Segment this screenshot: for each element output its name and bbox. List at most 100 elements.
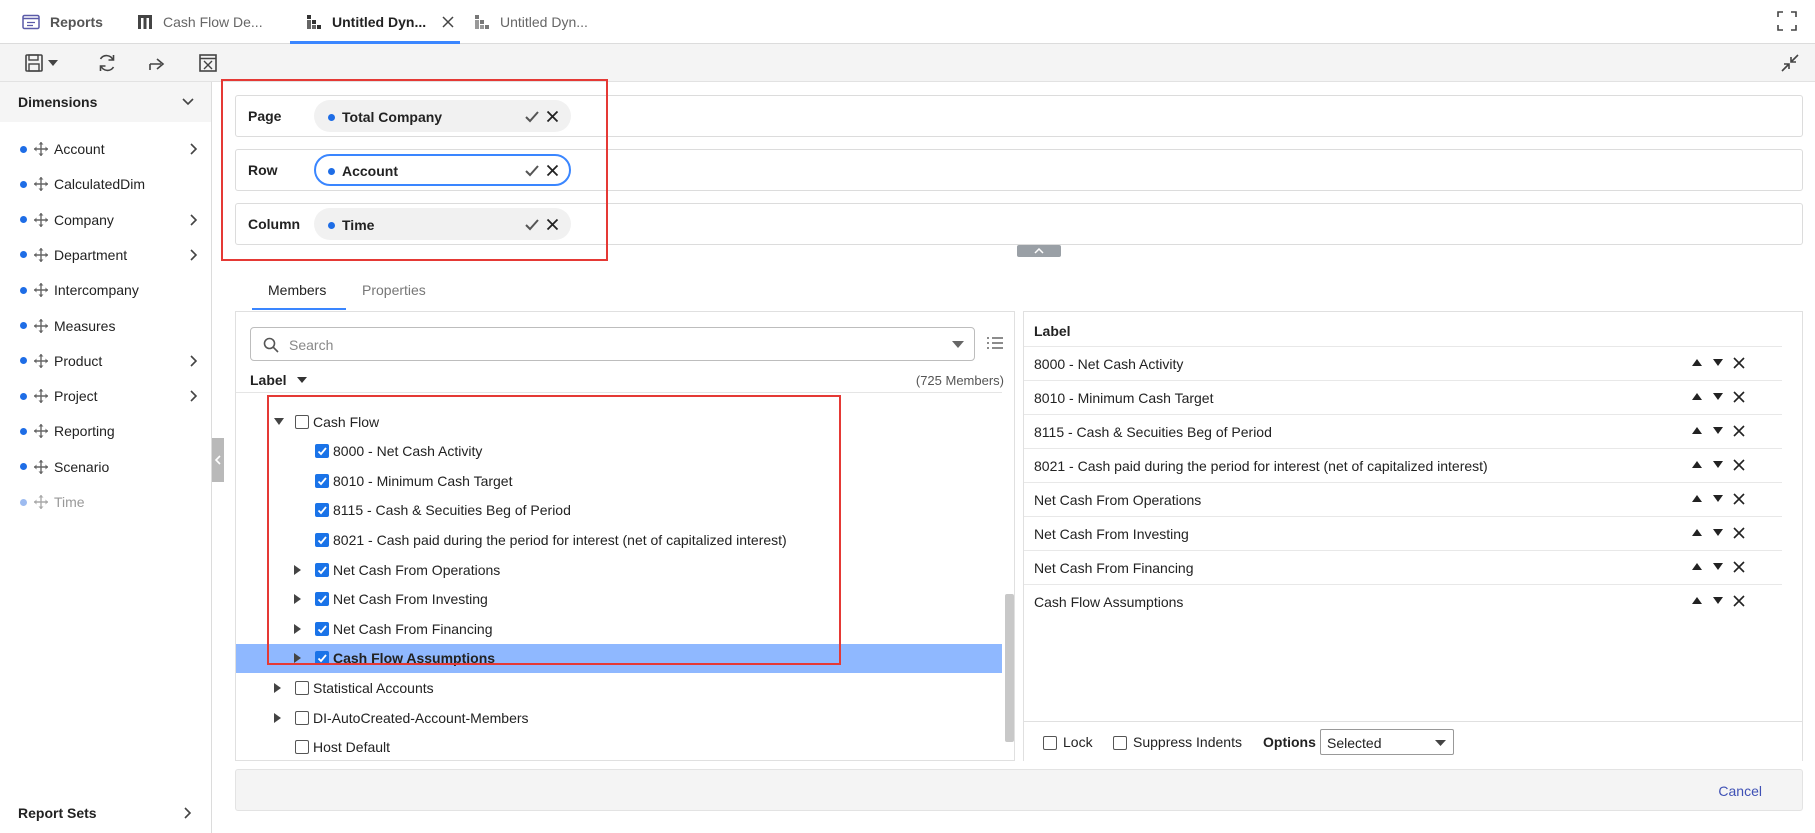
page-dimension-chip[interactable]: Total Company [314, 100, 571, 132]
selected-member-row[interactable]: Net Cash From Investing [1024, 516, 1782, 550]
sidebar-item-department[interactable]: Department [0, 240, 211, 270]
move-down-icon[interactable] [1713, 529, 1723, 536]
sidebar-item-scenario[interactable]: Scenario [0, 452, 211, 482]
check-icon[interactable] [524, 164, 540, 178]
tree-row[interactable]: Statistical Accounts [236, 673, 1002, 702]
move-handle-icon[interactable] [33, 423, 49, 439]
move-down-icon[interactable] [1713, 495, 1723, 502]
member-checkbox[interactable] [315, 621, 329, 636]
sidebar-item-measures[interactable]: Measures [0, 311, 211, 341]
move-down-icon[interactable] [1713, 563, 1723, 570]
close-icon[interactable] [442, 16, 454, 28]
layout-collapse-toggle[interactable] [1017, 245, 1061, 257]
move-down-icon[interactable] [1713, 597, 1723, 604]
tree-row[interactable]: 8021 - Cash paid during the period for i… [236, 525, 1002, 554]
row-dimension-chip[interactable]: Account [314, 154, 571, 186]
tree-row[interactable]: Net Cash From Operations [236, 555, 1002, 584]
clear-button[interactable] [196, 52, 220, 74]
tree-row[interactable]: DI-AutoCreated-Account-Members [236, 703, 1002, 732]
remove-icon[interactable] [1733, 561, 1745, 573]
move-handle-icon[interactable] [33, 176, 49, 192]
member-checkbox[interactable] [315, 444, 329, 459]
member-checkbox[interactable] [295, 740, 309, 755]
scrollbar-thumb[interactable] [1005, 594, 1014, 742]
collapse-view-button[interactable] [1778, 52, 1802, 74]
close-icon[interactable] [546, 218, 559, 231]
member-checkbox[interactable] [315, 503, 329, 518]
remove-icon[interactable] [1733, 527, 1745, 539]
caret-right-icon[interactable] [274, 712, 281, 723]
refresh-button[interactable] [95, 52, 119, 74]
tree-row[interactable]: 8010 - Minimum Cash Target [236, 466, 1002, 495]
move-up-icon[interactable] [1692, 529, 1702, 536]
member-checkbox[interactable] [315, 532, 329, 547]
move-down-icon[interactable] [1713, 427, 1723, 434]
move-up-icon[interactable] [1692, 563, 1702, 570]
tab-cash-flow[interactable]: Cash Flow De... [137, 0, 263, 44]
move-up-icon[interactable] [1692, 393, 1702, 400]
tab-untitled-dynamic[interactable]: Untitled Dyn... [474, 0, 588, 44]
tree-row[interactable]: Net Cash From Investing [236, 585, 1002, 614]
search-input[interactable] [289, 335, 909, 355]
caret-right-icon[interactable] [294, 594, 301, 605]
run-button[interactable] [146, 52, 170, 74]
move-handle-icon[interactable] [33, 247, 49, 263]
remove-icon[interactable] [1733, 595, 1745, 607]
tree-row-selected[interactable]: Cash Flow Assumptions [236, 643, 1002, 673]
move-handle-icon[interactable] [33, 459, 49, 475]
move-handle-icon[interactable] [33, 494, 49, 510]
tree-row[interactable]: Net Cash From Financing [236, 614, 1002, 643]
lock-checkbox[interactable] [1043, 736, 1057, 750]
chevron-right-icon[interactable] [190, 355, 198, 367]
caret-down-icon[interactable] [274, 417, 284, 426]
move-handle-icon[interactable] [33, 212, 49, 228]
caret-right-icon[interactable] [294, 623, 301, 634]
chevron-right-icon[interactable] [190, 390, 198, 402]
fullscreen-icon[interactable] [1777, 11, 1797, 31]
tree-row[interactable]: Cash Flow [236, 407, 1002, 436]
move-down-icon[interactable] [1713, 393, 1723, 400]
sidebar-item-reporting[interactable]: Reporting [0, 416, 211, 446]
sidebar-item-product[interactable]: Product [0, 346, 211, 376]
remove-icon[interactable] [1733, 459, 1745, 471]
tab-properties[interactable]: Properties [362, 282, 426, 298]
member-checkbox[interactable] [315, 651, 329, 666]
search-box[interactable] [250, 327, 975, 361]
member-checkbox[interactable] [315, 562, 329, 577]
chevron-right-icon[interactable] [190, 249, 198, 261]
member-checkbox[interactable] [315, 473, 329, 488]
tab-untitled-dynamic-active[interactable]: Untitled Dyn... [306, 0, 454, 44]
sidebar-collapse-handle[interactable] [212, 438, 224, 482]
tree-row[interactable]: 8000 - Net Cash Activity [236, 437, 1002, 466]
selected-member-row[interactable]: Cash Flow Assumptions [1024, 584, 1782, 618]
tree-row[interactable]: 8115 - Cash & Secuities Beg of Period [236, 496, 1002, 525]
caret-right-icon[interactable] [274, 682, 281, 693]
selected-member-row[interactable]: 8021 - Cash paid during the period for i… [1024, 448, 1782, 482]
remove-icon[interactable] [1733, 493, 1745, 505]
move-handle-icon[interactable] [33, 141, 49, 157]
move-down-icon[interactable] [1713, 359, 1723, 366]
remove-icon[interactable] [1733, 357, 1745, 369]
tree-row[interactable]: Host Default [236, 733, 1002, 760]
remove-icon[interactable] [1733, 425, 1745, 437]
chevron-right-icon[interactable] [190, 143, 198, 155]
tab-reports[interactable]: Reports [22, 0, 103, 44]
caret-right-icon[interactable] [294, 653, 301, 664]
remove-icon[interactable] [1733, 391, 1745, 403]
move-up-icon[interactable] [1692, 597, 1702, 604]
selected-member-row[interactable]: Net Cash From Financing [1024, 550, 1782, 584]
move-handle-icon[interactable] [33, 318, 49, 334]
selected-member-row[interactable]: 8010 - Minimum Cash Target [1024, 380, 1782, 414]
check-icon[interactable] [524, 218, 540, 232]
close-icon[interactable] [546, 164, 559, 177]
options-select[interactable]: Selected [1320, 729, 1454, 755]
member-checkbox[interactable] [315, 592, 329, 607]
chevron-down-icon[interactable] [952, 341, 964, 348]
move-up-icon[interactable] [1692, 495, 1702, 502]
tab-members[interactable]: Members [268, 282, 326, 298]
save-menu-button[interactable] [20, 52, 62, 74]
sidebar-item-account[interactable]: Account [0, 134, 211, 164]
label-column-header[interactable]: Label [250, 372, 307, 388]
list-view-icon[interactable] [986, 336, 1004, 350]
move-up-icon[interactable] [1692, 427, 1702, 434]
